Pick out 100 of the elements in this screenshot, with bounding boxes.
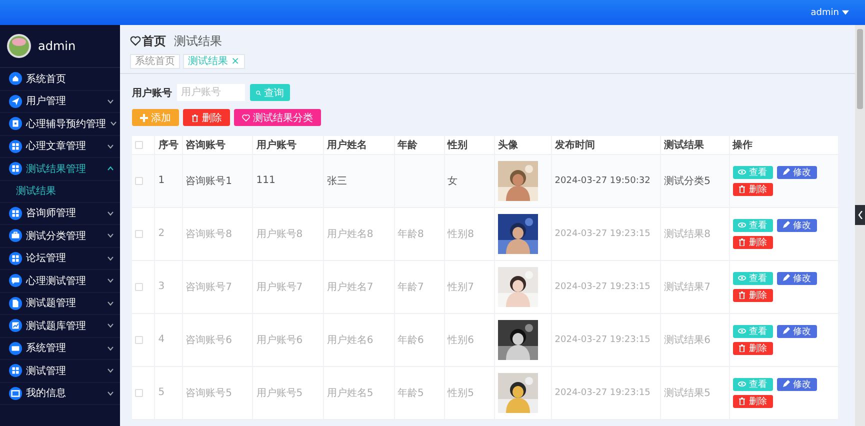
table-cell: 2024-03-27 19:23:15 — [554, 334, 650, 344]
chat-icon — [9, 274, 22, 288]
table-cell: 3 — [158, 281, 165, 292]
table-cell: 用户姓名5 — [326, 388, 374, 398]
table-cell: 咨询账号6 — [186, 334, 232, 346]
row-checkbox[interactable] — [135, 282, 143, 290]
column-header: 年龄 — [394, 136, 444, 154]
table-cell: 111 — [256, 175, 276, 186]
row-checkbox[interactable] — [135, 336, 143, 344]
eye-icon — [738, 327, 746, 335]
breadcrumb-current: 测试结果 — [174, 32, 222, 50]
table-cell: 性别7 — [448, 282, 474, 292]
pencil-icon — [782, 380, 790, 388]
sidebar-item[interactable]: 测试题库管理 — [0, 315, 120, 338]
search-field[interactable]: 用户账号 — [177, 84, 245, 101]
row-checkbox[interactable] — [135, 230, 143, 238]
delete-button[interactable]: 删除 — [732, 394, 773, 408]
delete-button[interactable]: 删除 — [732, 288, 773, 302]
table-cell: 测试结果8 — [664, 228, 711, 240]
grid-icon — [9, 140, 22, 153]
tab[interactable]: 系统首页 — [130, 54, 180, 69]
collapse-tab[interactable] — [855, 205, 865, 225]
avatar-icon — [7, 34, 31, 58]
sidebar-item[interactable]: 论坛管理 — [0, 248, 120, 270]
scrollbar[interactable] — [855, 25, 865, 426]
eye-icon — [738, 168, 746, 176]
select-all-checkbox[interactable] — [135, 140, 143, 149]
sidebar-item[interactable]: 系统管理 — [0, 338, 120, 360]
pencil-icon — [782, 274, 790, 282]
sidebar-item[interactable]: 测试题管理 — [0, 292, 120, 315]
table-cell: 性别5 — [448, 388, 474, 398]
delete-button[interactable]: 删除 — [732, 182, 773, 196]
table-cell: 2024-03-27 19:23:15 — [554, 388, 650, 398]
sidebar-item[interactable]: 咨询师管理 — [0, 202, 120, 225]
search-icon — [256, 88, 261, 96]
sidebar-item[interactable]: 心理测试管理 — [0, 270, 120, 292]
sidebar-item[interactable]: 测试分类管理 — [0, 225, 120, 248]
delete-button[interactable]: 删除 — [732, 236, 773, 248]
table-cell: 用户姓名7 — [326, 282, 374, 292]
document-icon — [9, 296, 22, 310]
column-header: 测试结果 — [660, 136, 730, 154]
eye-icon — [738, 221, 746, 229]
table-cell: 用户姓名6 — [326, 334, 374, 346]
user-menu[interactable]: admin — [810, 8, 849, 18]
pencil-icon — [782, 168, 790, 176]
column-header: 序号 — [154, 136, 182, 154]
table-cell: 性别8 — [448, 228, 474, 240]
eye-icon — [738, 380, 746, 388]
heart-icon — [130, 36, 141, 46]
table-cell: 用户账号6 — [256, 334, 303, 346]
caret-icon — [842, 10, 849, 15]
submenu-item[interactable]: 测试结果 — [0, 180, 120, 202]
edit-button[interactable]: 修改 — [776, 272, 817, 284]
sidebar-item[interactable]: 系统首页 — [0, 68, 120, 90]
grid-icon — [9, 162, 22, 176]
table-cell: 性别6 — [448, 334, 474, 346]
breadcrumb-home[interactable]: 首页 — [130, 32, 166, 50]
table-cell: 咨询账号8 — [186, 228, 232, 240]
paper-plane-icon — [9, 94, 22, 108]
user-name: admin — [38, 39, 76, 53]
table-cell: 2024-03-27 19:50:32 — [554, 176, 650, 186]
heart-icon — [242, 114, 250, 122]
table-cell: 年龄6 — [398, 334, 424, 346]
clipboard-icon — [9, 117, 22, 130]
table-cell: 年龄7 — [398, 282, 424, 292]
column-header: 用户账号 — [252, 136, 324, 154]
table-cell: 咨询账号7 — [186, 282, 232, 292]
row-checkbox[interactable] — [135, 176, 143, 184]
edit-button[interactable]: 修改 — [776, 166, 817, 178]
table-cell: 测试结果5 — [664, 388, 711, 398]
table-cell: 2024-03-27 19:23:15 — [554, 228, 650, 238]
sidebar-item[interactable]: 测试管理 — [0, 360, 120, 382]
chevron-left-icon — [858, 211, 862, 219]
trash-icon — [738, 291, 746, 299]
table-cell: 年龄8 — [398, 228, 424, 240]
edit-button[interactable]: 修改 — [776, 378, 817, 390]
delete-button[interactable]: 删除 — [732, 342, 773, 354]
table-cell: 测试结果7 — [664, 282, 711, 292]
column-header: 用户姓名 — [323, 136, 394, 154]
home-icon — [9, 72, 22, 86]
delete-button[interactable]: 删除 — [183, 109, 230, 126]
grid-icon — [9, 252, 22, 265]
edit-button[interactable]: 修改 — [776, 324, 817, 338]
row-checkbox[interactable] — [135, 388, 143, 396]
sidebar-item[interactable]: 测试结果管理 — [0, 158, 120, 180]
table-cell: 5 — [158, 387, 165, 398]
edit-button[interactable]: 修改 — [776, 218, 817, 232]
sidebar-item[interactable]: 心理辅导预约管理 — [0, 113, 120, 136]
column-header: 性别 — [444, 136, 494, 154]
sidebar-item[interactable]: 心理文章管理 — [0, 136, 120, 158]
plus-icon — [140, 114, 148, 122]
sidebar-item[interactable]: 我的信息 — [0, 382, 120, 405]
grid-icon — [9, 364, 22, 378]
column-header: 头像 — [494, 136, 552, 154]
sidebar-item[interactable]: 用户管理 — [0, 90, 120, 113]
table-cell: 用户账号5 — [256, 388, 303, 398]
table-cell: 用户账号7 — [256, 282, 303, 292]
category-button[interactable]: 测试结果分类 — [234, 109, 321, 126]
column-header: 操作 — [729, 136, 838, 154]
table-cell: 2024-03-27 19:23:15 — [554, 282, 650, 292]
